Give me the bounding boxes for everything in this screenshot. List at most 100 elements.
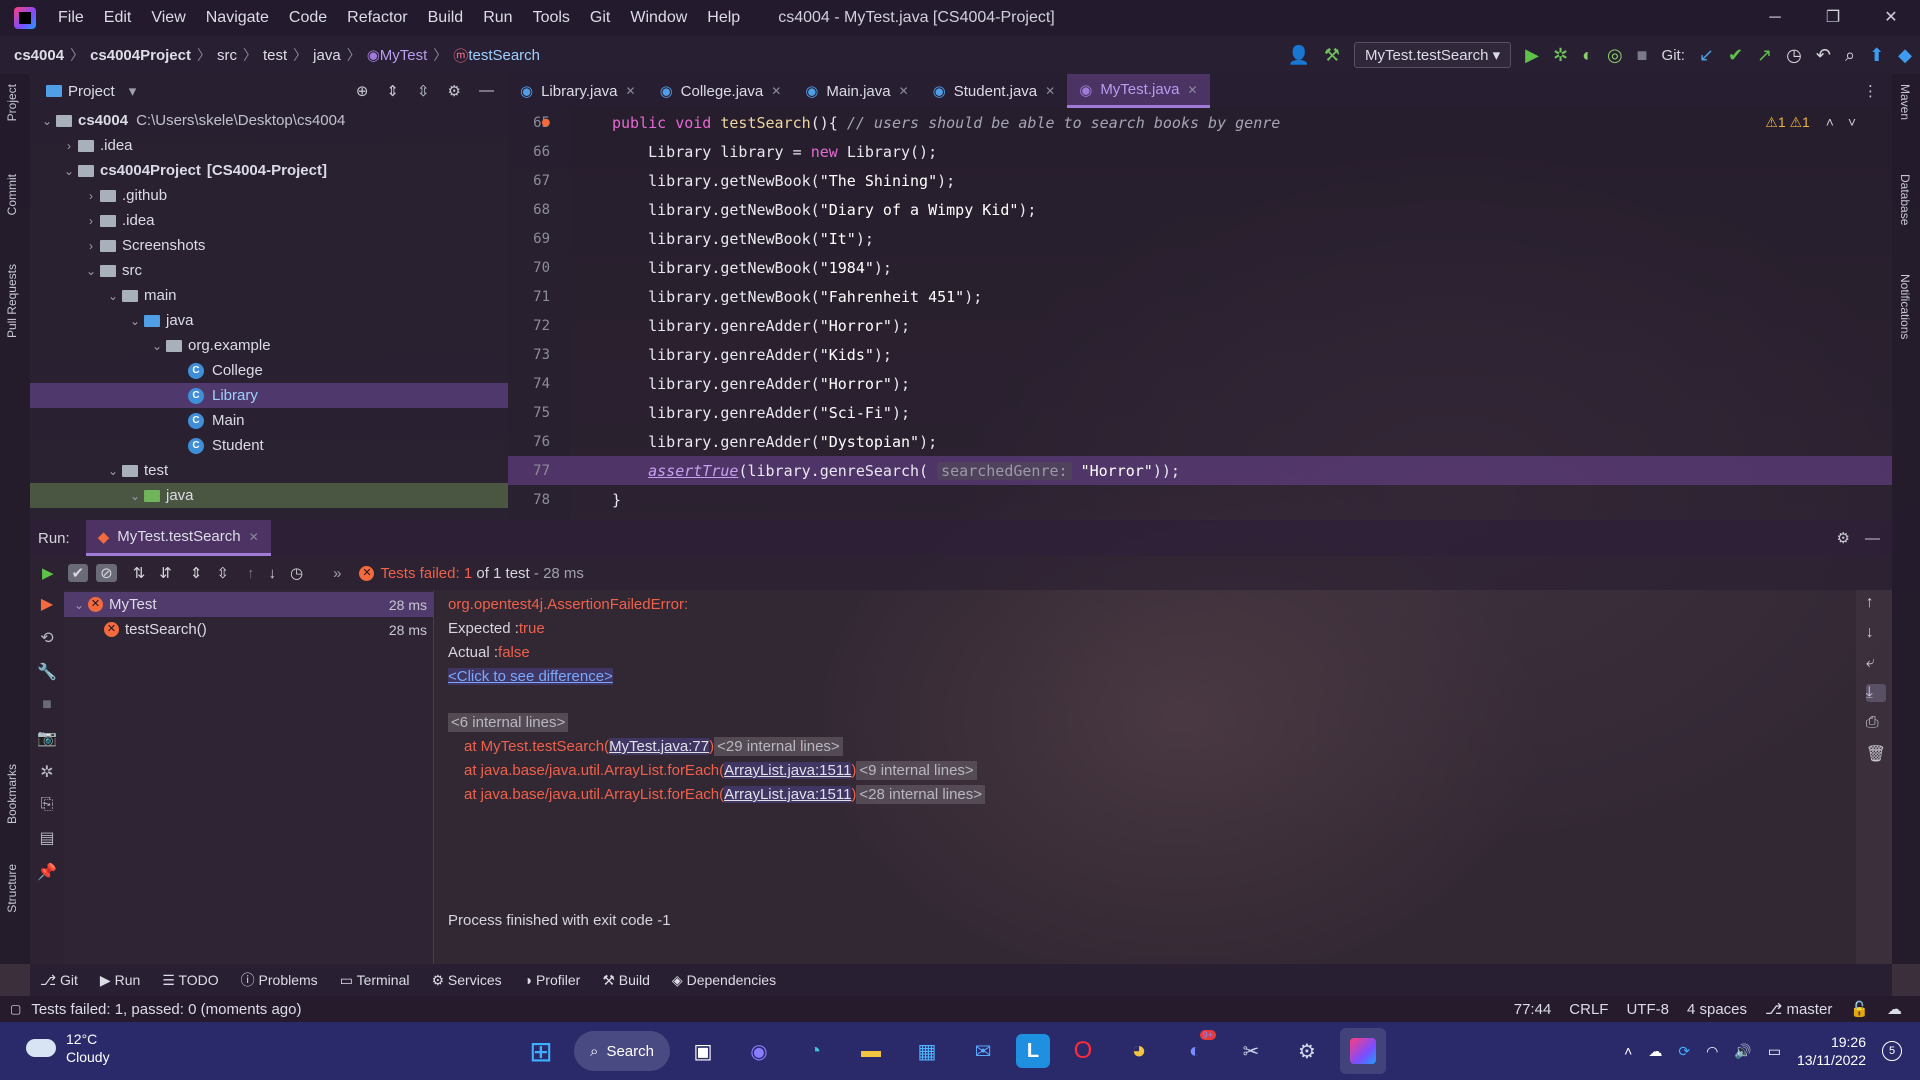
tree-item[interactable]: › .idea (30, 208, 508, 233)
chevron-up-icon[interactable]: ˄ (1624, 1043, 1632, 1059)
pin-icon[interactable]: 📌 (37, 862, 57, 882)
chevron-down-icon[interactable]: ▾ (129, 82, 137, 100)
tool-window-profiler[interactable]: ◑ Profiler (524, 972, 581, 988)
build-hammer-icon[interactable]: ⚒ (1324, 46, 1340, 64)
tool-window-todo[interactable]: ☰ TODO (162, 972, 218, 989)
volume-icon[interactable]: 🔊 (1734, 1043, 1751, 1060)
profile-icon[interactable]: ◎ (1607, 46, 1623, 64)
debug-icon[interactable]: ✲ (1553, 46, 1568, 64)
editor-tab-main[interactable]: ◉ Main.java ✕ (793, 74, 920, 108)
menu-edit[interactable]: Edit (94, 0, 142, 36)
breadcrumb-item[interactable]: cs4004Project (84, 47, 197, 64)
collapse-all-icon[interactable]: ⇳ (417, 82, 430, 100)
menu-build[interactable]: Build (418, 0, 474, 36)
snipping-tool-icon[interactable]: ✂ (1228, 1028, 1274, 1074)
chevron-right-icon[interactable]: › (82, 189, 100, 203)
internal-lines[interactable]: <9 internal lines> (856, 761, 977, 780)
tree-item[interactable]: › .idea (30, 133, 508, 158)
sort-duration-icon[interactable]: ⇵ (159, 564, 172, 582)
close-icon[interactable]: ✕ (1188, 83, 1198, 97)
chevron-down-icon[interactable]: ˅ (1848, 114, 1856, 130)
show-passed-icon[interactable]: ✔ (67, 564, 89, 582)
chevron-down-icon[interactable]: ⌄ (82, 264, 100, 278)
commit-tool-tab[interactable]: Commit (5, 174, 19, 215)
git-branch[interactable]: ⎇ master (1765, 1000, 1832, 1018)
editor-tab-library[interactable]: ◉ Library.java ✕ (508, 74, 648, 108)
tool-window-problems[interactable]: ⓘ Problems (241, 970, 318, 990)
tree-item[interactable]: ⌄ org.example (30, 333, 508, 358)
lock-icon[interactable]: 🔓 (1850, 1000, 1869, 1018)
user-icon[interactable]: 👤 (1287, 46, 1309, 64)
tree-item[interactable]: ⌄ src (30, 258, 508, 283)
scroll-to-end-icon[interactable]: ⤓ (1865, 684, 1886, 702)
chevron-down-icon[interactable]: ⌄ (126, 314, 144, 328)
menu-tools[interactable]: Tools (523, 0, 580, 36)
close-icon[interactable]: ✕ (249, 530, 259, 544)
code-line[interactable]: 72 library.genreAdder("Horror"); (508, 311, 1892, 340)
editor-tab-mytest[interactable]: ◉ MyTest.java ✕ (1067, 74, 1210, 108)
clock[interactable]: 19:26 13/11/2022 (1797, 1033, 1866, 1069)
task-view-icon[interactable]: ▣ (680, 1028, 726, 1074)
breadcrumb-item[interactable]: src (211, 47, 243, 64)
menu-navigate[interactable]: Navigate (196, 0, 279, 36)
breadcrumb-item[interactable]: ⓜ testSearch (447, 45, 546, 66)
breadcrumb-item[interactable]: java (307, 47, 347, 64)
intellij-taskbar-icon[interactable] (1340, 1028, 1386, 1074)
soft-wrap-icon[interactable]: ⤶ (1866, 654, 1886, 672)
source-link[interactable]: MyTest.java:77 (609, 738, 710, 755)
editor-tab-student[interactable]: ◉ Student.java ✕ (921, 74, 1068, 108)
internal-lines[interactable]: <6 internal lines> (448, 713, 569, 732)
down-arrow-icon[interactable]: ↓ (1866, 624, 1886, 642)
jetbrains-logo-icon[interactable]: ◆ (1898, 46, 1912, 64)
locate-icon[interactable]: ⊕ (356, 82, 369, 100)
history-icon[interactable]: ◷ (1786, 46, 1802, 64)
chevron-down-icon[interactable]: ⌄ (104, 289, 122, 303)
tree-item[interactable]: ⌄ java (30, 483, 508, 508)
memory-icon[interactable]: ☁ (1887, 1000, 1902, 1018)
camera-icon[interactable]: 📷 (37, 728, 57, 748)
chevron-down-icon[interactable]: ⌄ (60, 164, 78, 178)
run-tab-mytest[interactable]: ◆ MyTest.testSearch ✕ (85, 520, 271, 556)
chevron-down-icon[interactable]: ⌄ (104, 464, 122, 478)
chevron-right-icon[interactable]: › (82, 239, 100, 253)
tree-item[interactable]: ⌄ test (30, 458, 508, 483)
sort-alpha-icon[interactable]: ⇅ (133, 564, 146, 582)
taskbar-search-button[interactable]: ⌕ Search (574, 1031, 670, 1071)
next-failed-icon[interactable]: ↓ (269, 565, 277, 582)
menu-refactor[interactable]: Refactor (337, 0, 417, 36)
menu-help[interactable]: Help (697, 0, 750, 36)
expand-all-icon[interactable]: ⇕ (190, 564, 203, 582)
tool-window-build[interactable]: ⚒ Build (602, 972, 650, 989)
more-icon[interactable]: » (333, 565, 341, 582)
database-tool-tab[interactable]: Database (1898, 174, 1912, 225)
run-icon[interactable]: ▶ (1525, 46, 1539, 64)
indent-setting[interactable]: 4 spaces (1687, 1001, 1747, 1018)
code-line[interactable]: 71 library.getNewBook("Fahrenheit 451"); (508, 282, 1892, 311)
run-test-gutter-icon[interactable]: ● (542, 115, 550, 130)
store-icon[interactable]: ▦ (904, 1028, 950, 1074)
close-icon[interactable]: ✕ (771, 84, 781, 98)
stop-icon[interactable]: ■ (42, 696, 52, 714)
file-encoding[interactable]: UTF-8 (1626, 1001, 1669, 1018)
collapse-all-icon[interactable]: ⇳ (216, 564, 229, 582)
sync-icon[interactable]: ⟳ (1678, 1043, 1690, 1060)
code-line[interactable]: 65 ● public void testSearch(){ // users sh… (508, 108, 1892, 137)
show-ignored-icon[interactable]: ⊘ (96, 564, 117, 582)
chevron-down-icon[interactable]: ⌄ (126, 489, 144, 503)
file-explorer-icon[interactable]: ▬ (848, 1028, 894, 1074)
breadcrumb-item[interactable]: cs4004 (8, 47, 70, 64)
git-update-icon[interactable]: ↙ (1699, 46, 1714, 64)
breadcrumb-item[interactable]: ◉ MyTest (361, 46, 434, 65)
wrench-icon[interactable]: 🔧 (37, 662, 57, 682)
chevron-down-icon[interactable]: ⌄ (70, 598, 88, 612)
close-icon[interactable]: ✕ (1862, 0, 1920, 36)
wifi-icon[interactable]: ◠ (1706, 1043, 1718, 1060)
debug-icon[interactable]: ✲ (40, 762, 53, 782)
code-line[interactable]: 73 library.genreAdder("Kids"); (508, 340, 1892, 369)
gear-icon[interactable]: ⚙ (448, 82, 461, 100)
menu-view[interactable]: View (141, 0, 195, 36)
tree-item[interactable]: ⌄ java (30, 308, 508, 333)
tool-window-dependencies[interactable]: ◈ Dependencies (672, 972, 776, 989)
tool-window-terminal[interactable]: ▭ Terminal (340, 972, 410, 989)
line-separator[interactable]: CRLF (1569, 1001, 1608, 1018)
